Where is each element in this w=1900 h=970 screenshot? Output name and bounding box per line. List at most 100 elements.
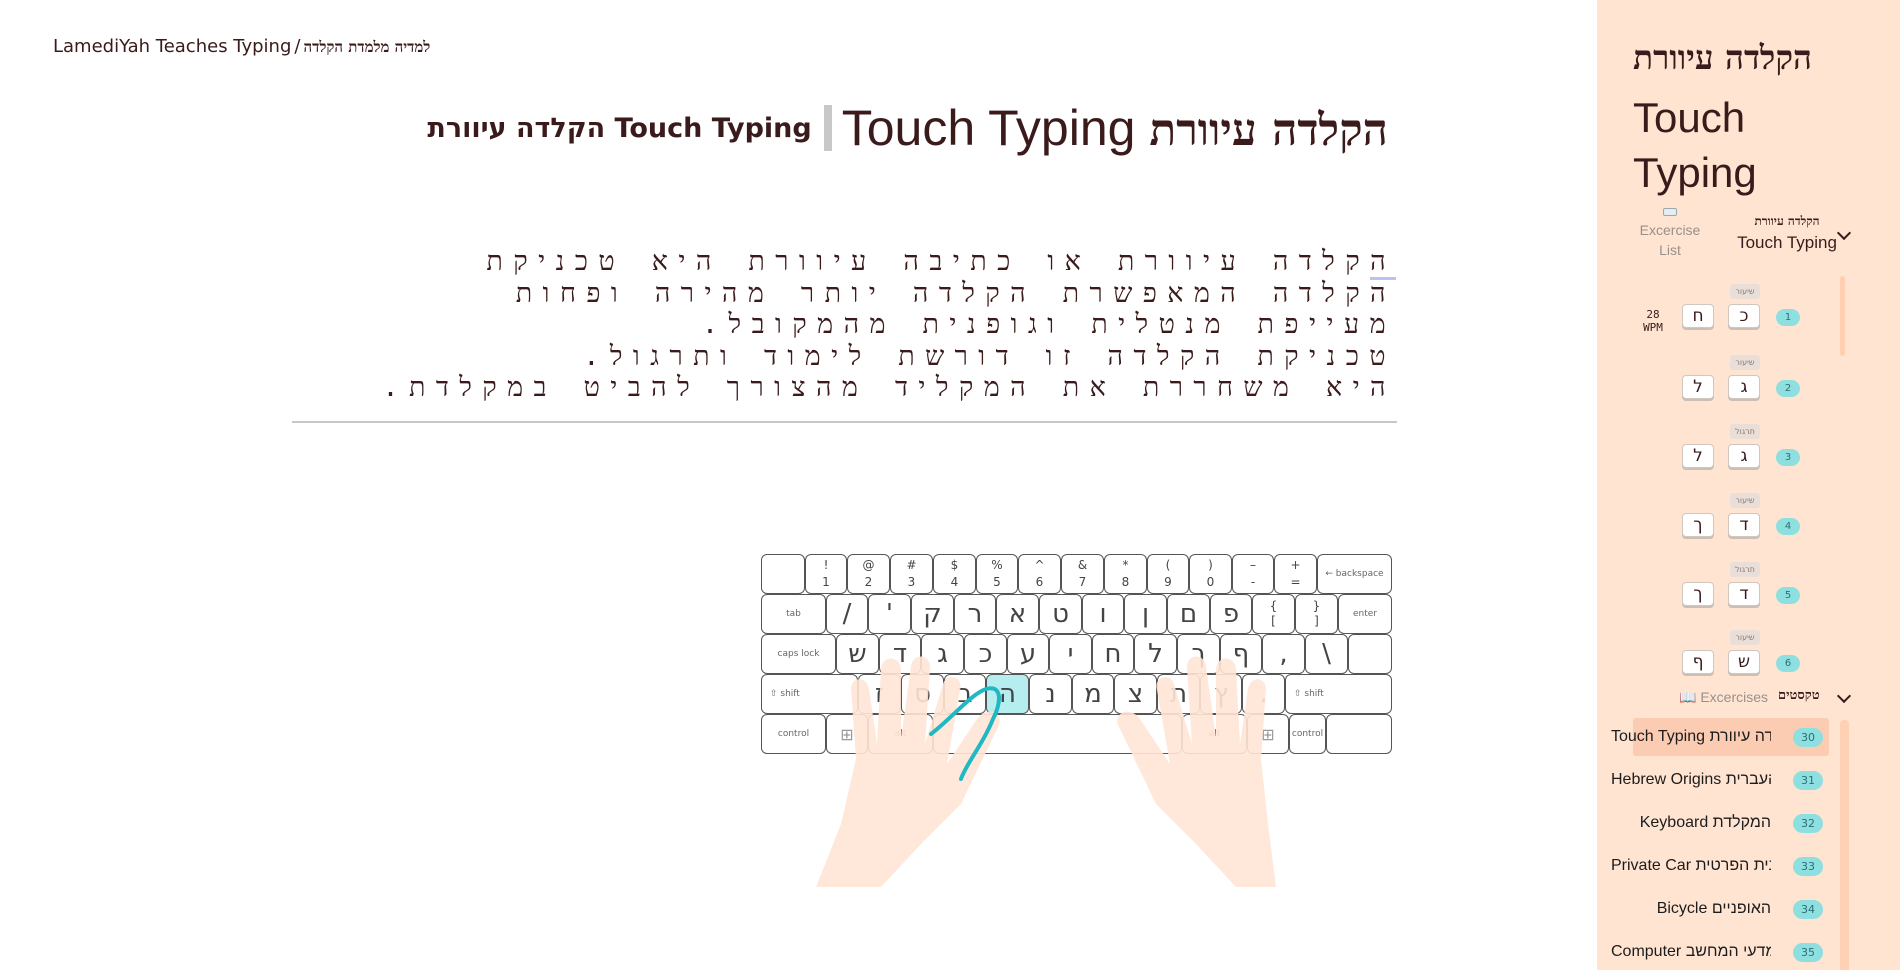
lesson-key: ך: [1682, 513, 1714, 537]
text-line-rest: קלדה עיוורת או כתיבה עיוורת היא טכניקת: [486, 246, 1371, 277]
key-slash: /: [826, 594, 868, 634]
key-alt-left: alt: [868, 714, 933, 754]
text-item[interactable]: Keyboard המקלדת 32: [1633, 804, 1829, 842]
key-he-highlighted: ה: [986, 674, 1029, 714]
key-lamed: ל: [1134, 634, 1177, 674]
lesson-item[interactable]: שיעור 28 WPM ח כ 1: [1597, 284, 1900, 334]
key-final-kaf: ך: [1177, 634, 1220, 674]
lesson-number-badge: 3: [1776, 449, 1800, 466]
key-yod: י: [1049, 634, 1092, 674]
key-resh: ר: [954, 594, 996, 634]
text-line-rest: היא משחררת את המקליד מהצורך להביט במקלדת…: [382, 372, 1396, 403]
lesson-item[interactable]: שיעור ף ש 6: [1597, 630, 1900, 680]
key-tsadi: צ: [1114, 674, 1157, 714]
text-item[interactable]: Hebrew Origins מקור העברית 31: [1611, 761, 1829, 799]
key-final-tsadi: ץ: [1200, 674, 1242, 714]
lesson-key: ד: [1728, 513, 1760, 537]
lesson-key: ג: [1728, 444, 1760, 468]
text-line: טכניקת הקלדה זו דורשת לימוד ותרגול.: [292, 341, 1396, 373]
text-item[interactable]: Bicycle האופניים 34: [1633, 890, 1829, 928]
exercises-link[interactable]: 📖 Excercises: [1679, 689, 1768, 706]
text-title: Private Car המכונית הפרטית: [1611, 857, 1771, 874]
text-title: Touch Typing הקלדה עיוורת: [1611, 728, 1771, 745]
text-item[interactable]: Computer מדעי המחשב 35: [1611, 933, 1829, 970]
page-title-big: Touch Typing הקלדה עיוורת: [842, 99, 1388, 157]
exercise-list-button[interactable]: Excercise List: [1637, 208, 1703, 260]
lesson-key: ד: [1728, 582, 1760, 606]
key-bracket-close: }]: [1295, 594, 1338, 634]
text-line: הקלדה המאפשרת הקלדה יותר מהירה ופחות: [292, 278, 1396, 310]
key-backtick: [761, 554, 805, 594]
lesson-tag: שיעור: [1730, 284, 1760, 299]
key-0: ) 0: [1189, 554, 1232, 594]
text-number-badge: 31: [1793, 771, 1823, 790]
text-number-badge: 33: [1793, 857, 1823, 876]
lesson-item[interactable]: שיעור ך ד 4: [1597, 493, 1900, 543]
lesson-tag: שיעור: [1730, 355, 1760, 370]
typing-text-area[interactable]: הקלדה עיוורת או כתיבה עיוורת היא טכניקת …: [292, 246, 1396, 404]
list-icon: [1663, 208, 1677, 216]
key-enter: enter: [1338, 594, 1392, 634]
key-zayin: ז: [858, 674, 901, 714]
sidebar: הקלדה עיוורת Touch Typing Excercise List…: [1597, 0, 1900, 970]
key-nun: נ: [1029, 674, 1072, 714]
text-line: הקלדה עיוורת או כתיבה עיוורת היא טכניקת: [292, 246, 1396, 280]
key-alt-right: alt: [1182, 714, 1247, 754]
key-tab: tab: [761, 594, 826, 634]
lesson-item[interactable]: תרגול ך ד 5: [1597, 562, 1900, 612]
key-final-nun: ן: [1124, 594, 1167, 634]
key-bet: ב: [944, 674, 986, 714]
text-number-badge: 35: [1793, 943, 1823, 962]
page-title-big-en: Touch Typing: [841, 100, 1136, 156]
lesson-tag: תרגול: [1730, 424, 1760, 439]
key-alef: א: [996, 594, 1039, 634]
text-item[interactable]: Touch Typing הקלדה עיוורת 30: [1611, 718, 1829, 756]
sidebar-title-en: Touch Typing: [1633, 94, 1757, 196]
key-control-left: control: [761, 714, 826, 754]
text-item[interactable]: Private Car המכונית הפרטית 33: [1611, 847, 1829, 885]
key-backspace: ← backspace: [1317, 554, 1392, 594]
lesson-tag: שיעור: [1730, 630, 1760, 645]
key-ayin: ע: [1007, 634, 1049, 674]
page-title-big-he: הקלדה עיוורת: [1149, 105, 1388, 156]
exercise-list-label: Excercise List: [1639, 222, 1701, 258]
key-enter-lower: [1348, 634, 1392, 674]
lesson-number-badge: 6: [1776, 655, 1800, 672]
key-1: ! 1: [805, 554, 847, 594]
key-dalet: ד: [879, 634, 921, 674]
key-backslash: \: [1305, 634, 1348, 674]
breadcrumb-site-he[interactable]: למדיה מלמדת הקלדה: [303, 38, 430, 56]
key-mem: מ: [1072, 674, 1114, 714]
texts-scrollbar[interactable]: [1840, 720, 1849, 970]
lesson-item[interactable]: שיעור ל ג 2: [1597, 355, 1900, 405]
text-number-badge: 30: [1793, 728, 1823, 747]
key-minus: – -: [1232, 554, 1274, 594]
section-title[interactable]: הקלדה עיוורת Touch Typing: [1717, 214, 1857, 253]
key-space: [933, 714, 1182, 754]
key-final-pe: ף: [1220, 634, 1262, 674]
lesson-number-badge: 4: [1776, 518, 1800, 535]
wpm-score: 28 WPM: [1643, 308, 1663, 334]
lesson-key: ל: [1682, 375, 1714, 399]
key-7: & 7: [1061, 554, 1104, 594]
key-bracket-open: {[: [1252, 594, 1295, 634]
lesson-key: כ: [1728, 304, 1760, 328]
text-line-rest: הקלדה המאפשרת הקלדה יותר מהירה ופחות: [515, 277, 1396, 309]
text-line-rest: טכניקת הקלדה זו דורשת לימוד ותרגול.: [583, 340, 1396, 372]
key-pe: פ: [1210, 594, 1252, 634]
key-menu: [1326, 714, 1392, 754]
text-line: מעייפת מנטלית וגופנית מהמקובל.: [292, 309, 1396, 341]
key-5: % 5: [976, 554, 1018, 594]
section-title-en: Touch Typing: [1737, 233, 1837, 252]
key-apostrophe: ': [868, 594, 911, 634]
lesson-item[interactable]: תרגול ל ג 3: [1597, 424, 1900, 474]
page-title-small: הקלדה עיוורת Touch Typing: [427, 112, 812, 144]
text-title: Bicycle האופניים: [1656, 900, 1771, 917]
lesson-number-badge: 2: [1776, 380, 1800, 397]
breadcrumb-site-en[interactable]: LamediYah Teaches Typing: [53, 36, 291, 57]
key-gimel: ג: [921, 634, 964, 674]
text-line-rest: מעייפת מנטלית וגופנית מהמקובל.: [701, 309, 1396, 340]
key-6: ^ 6: [1018, 554, 1061, 594]
lesson-key: ף: [1682, 650, 1714, 674]
lesson-key: ח: [1682, 304, 1714, 328]
